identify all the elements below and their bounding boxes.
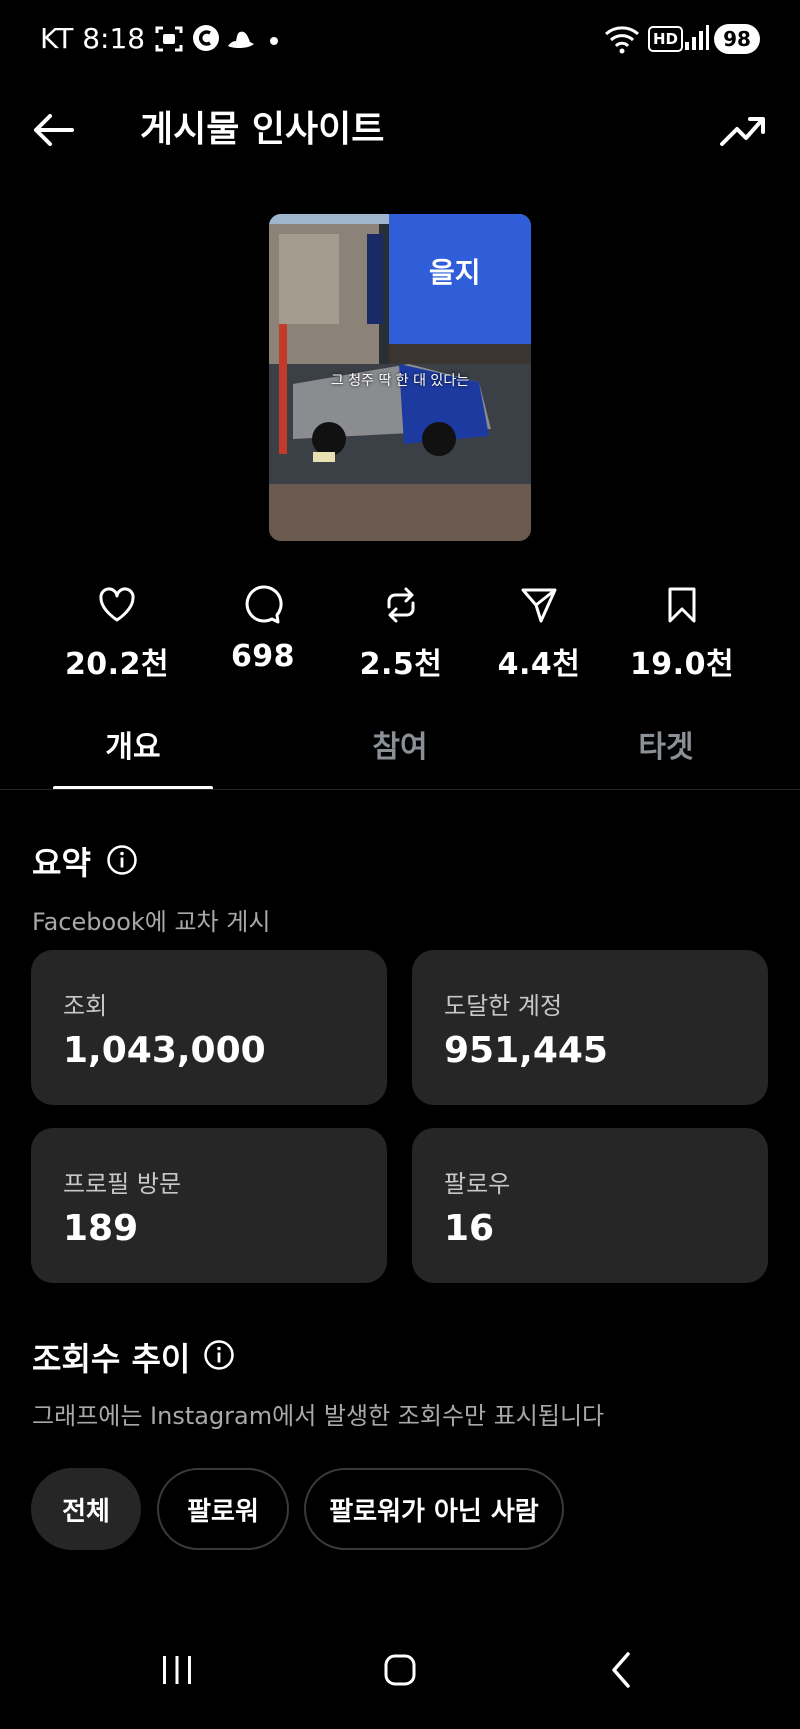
saves-count: 19.0천 <box>629 647 735 682</box>
page-title: 게시물 인사이트 <box>140 109 385 150</box>
back-arrow-icon[interactable] <box>28 104 80 156</box>
tab-overview[interactable]: 개요 <box>53 722 213 784</box>
carrier-time: KT 8:18 <box>40 22 146 55</box>
views-trend-subtitle: 그래프에는 Instagram에서 발생한 조회수만 표시됩니다 <box>32 1402 605 1430</box>
reposts-count: 2.5천 <box>359 647 443 682</box>
status-bar: KT 8:18 HD 98 <box>0 0 800 80</box>
likes-count: 20.2천 <box>64 647 170 682</box>
filter-all-chip[interactable]: 전체 <box>31 1468 141 1550</box>
c-badge-icon <box>193 25 219 51</box>
signal-icon <box>685 25 709 50</box>
heart-icon <box>99 587 135 622</box>
shares-count: 4.4천 <box>497 647 581 682</box>
likes-stat: 20.2천 <box>47 585 187 683</box>
reposts-stat: 2.5천 <box>331 585 471 683</box>
comments-count: 698 <box>230 639 296 674</box>
follows-label: 팔로우 <box>444 1170 511 1198</box>
thumbnail-caption: 그 청주 딱 한 대 있다는 <box>330 373 470 389</box>
hat-icon <box>228 31 254 49</box>
views-trend-title: 조회수 추이 <box>32 1340 191 1378</box>
profile-visits-card[interactable]: 프로필 방문 189 <box>31 1128 387 1283</box>
tab-audience[interactable]: 타겟 <box>586 722 746 784</box>
tab-divider <box>0 789 800 790</box>
views-value: 1,043,000 <box>63 1030 266 1071</box>
shares-stat: 4.4천 <box>469 585 609 683</box>
reached-accounts-value: 951,445 <box>444 1030 608 1071</box>
tab-engagement[interactable]: 참여 <box>320 722 480 784</box>
profile-visits-label: 프로필 방문 <box>63 1170 182 1198</box>
wifi-icon <box>605 26 639 54</box>
back-nav-icon[interactable] <box>592 1640 652 1700</box>
saves-stat: 19.0천 <box>612 585 752 683</box>
post-thumbnail[interactable]: 을지 그 청주 딱 한 대 있다는 <box>269 214 531 541</box>
follows-card[interactable]: 팔로우 16 <box>412 1128 768 1283</box>
screen-record-icon <box>155 26 183 52</box>
dot-icon <box>270 37 278 45</box>
comment-icon <box>245 585 283 624</box>
views-label: 조회 <box>63 992 108 1020</box>
follows-value: 16 <box>444 1208 495 1249</box>
summary-subtitle: Facebook에 교차 게시 <box>32 908 271 936</box>
views-card[interactable]: 조회 1,043,000 <box>31 950 387 1105</box>
info-icon[interactable] <box>106 844 138 876</box>
reached-accounts-label: 도달한 계정 <box>444 992 563 1020</box>
comments-stat: 698 <box>193 585 333 674</box>
trending-up-icon[interactable] <box>718 106 768 156</box>
info-icon[interactable] <box>203 1339 235 1371</box>
reached-accounts-card[interactable]: 도달한 계정 951,445 <box>412 950 768 1105</box>
bookmark-icon <box>668 587 696 623</box>
hd-icon: HD <box>648 26 684 52</box>
battery-icon: 98 <box>714 24 760 54</box>
filter-followers-chip[interactable]: 팔로워 <box>157 1468 289 1550</box>
profile-visits-value: 189 <box>63 1208 139 1249</box>
sign-text: 을지 <box>429 256 481 289</box>
home-icon[interactable] <box>370 1640 430 1700</box>
repost-icon <box>387 587 415 623</box>
filter-non-followers-chip[interactable]: 팔로워가 아닌 사람 <box>304 1468 564 1550</box>
summary-title: 요약 <box>32 844 91 882</box>
recent-apps-icon[interactable] <box>147 1640 207 1700</box>
share-icon <box>521 588 557 623</box>
